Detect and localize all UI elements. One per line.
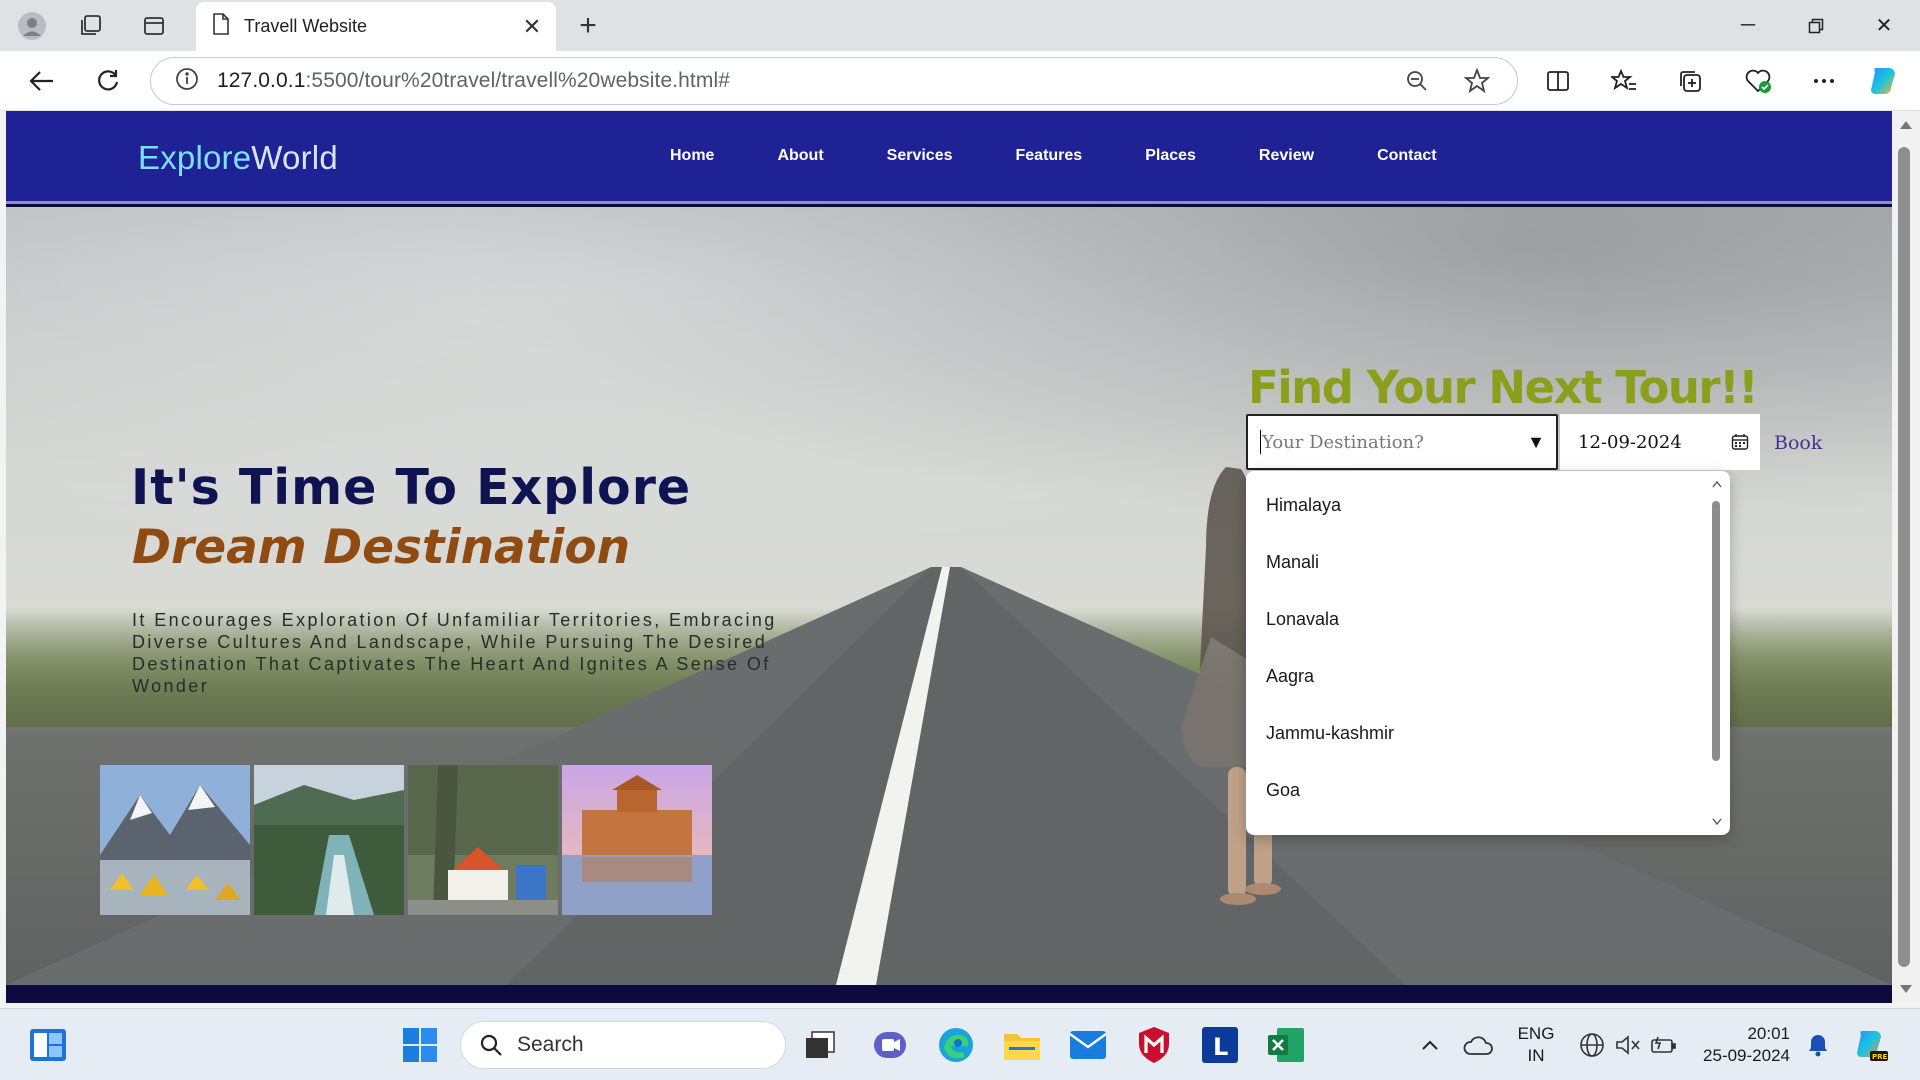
clock[interactable]: 20:01 25-09-2024: [1692, 1023, 1790, 1067]
agra-palace-image[interactable]: [562, 765, 712, 915]
lonavala-temple-image[interactable]: [408, 765, 558, 915]
browser-tabbar: Travell Website ✕ + ─ ✕: [0, 0, 1920, 51]
page-scrollbar[interactable]: [1892, 111, 1920, 1003]
svg-text:PRE: PRE: [1872, 1053, 1888, 1061]
profile-avatar-icon[interactable]: [14, 8, 50, 44]
page-scroll-thumb[interactable]: [1898, 147, 1910, 967]
copilot-preview-icon[interactable]: PRE: [1848, 1023, 1892, 1067]
excel-icon[interactable]: [1264, 1023, 1308, 1067]
hero-description: It Encourages Exploration Of Unfamiliar …: [132, 610, 777, 696]
tab-actions-icon[interactable]: [136, 8, 172, 44]
more-options-icon[interactable]: [1806, 63, 1842, 99]
windows-taskbar: Search L ENG IN 20:01 25-09-2024 PRE: [0, 1008, 1920, 1080]
mail-icon[interactable]: [1066, 1023, 1110, 1067]
dropdown-option-aagra[interactable]: Aagra: [1246, 648, 1730, 705]
close-tab-icon[interactable]: ✕: [514, 9, 550, 45]
page-document-icon: [212, 13, 230, 40]
finder-title: Find Your Next Tour!!: [1248, 361, 1759, 414]
hero-section: It's Time To Explore Dream Destination I…: [6, 207, 1892, 985]
browser-essentials-icon[interactable]: [1740, 63, 1776, 99]
book-button[interactable]: Book: [1774, 432, 1822, 454]
site-navbar: ExploreWorld Home About Services Feature…: [6, 111, 1892, 204]
dropdown-arrow-icon[interactable]: ▼: [1516, 432, 1556, 453]
search-label: Search: [517, 1033, 584, 1056]
page-footer-strip: [6, 985, 1892, 1003]
zoom-out-icon[interactable]: [1397, 61, 1437, 101]
hero-headline: It's Time To Explore: [131, 459, 692, 516]
battery-charging-icon[interactable]: [1642, 1023, 1686, 1067]
nav-features[interactable]: Features: [1016, 147, 1083, 165]
browser-toolbar: 127.0.0.1:5500/tour%20travel/travell%20w…: [0, 51, 1920, 111]
widgets-icon[interactable]: [26, 1023, 70, 1067]
date-input[interactable]: 12-09-2024: [1560, 414, 1760, 470]
taskbar-search[interactable]: Search: [460, 1021, 786, 1069]
restore-icon[interactable]: [1782, 0, 1850, 51]
site-menu: Home About Services Features Places Revi…: [670, 147, 1500, 165]
search-icon: [480, 1034, 502, 1056]
l-app-icon[interactable]: L: [1198, 1023, 1242, 1067]
onedrive-cloud-icon[interactable]: [1456, 1023, 1500, 1067]
text-caret: [1260, 430, 1261, 454]
svg-text:L: L: [1213, 1033, 1228, 1061]
nav-about[interactable]: About: [777, 147, 823, 165]
site-info-icon[interactable]: [175, 67, 199, 96]
notification-bell-icon[interactable]: [1796, 1023, 1840, 1067]
site-logo[interactable]: ExploreWorld: [138, 139, 338, 177]
copilot-icon[interactable]: [1866, 63, 1902, 99]
edge-browser-icon[interactable]: [934, 1023, 978, 1067]
task-view-icon[interactable]: [798, 1023, 842, 1067]
refresh-icon[interactable]: [90, 63, 126, 99]
destination-select[interactable]: Your Destination? ▼: [1246, 414, 1558, 470]
nav-contact[interactable]: Contact: [1377, 147, 1437, 165]
manali-river-image[interactable]: [254, 765, 404, 915]
destination-placeholder: Your Destination?: [1262, 431, 1424, 453]
dropdown-option-goa[interactable]: Goa: [1246, 762, 1730, 819]
minimize-icon[interactable]: ─: [1714, 0, 1782, 51]
address-bar[interactable]: 127.0.0.1:5500/tour%20travel/travell%20w…: [150, 57, 1518, 105]
mcafee-shield-icon[interactable]: [1132, 1023, 1176, 1067]
destination-dropdown-list: Himalaya Manali Lonavala Aagra Jammu-kas…: [1246, 471, 1730, 835]
back-arrow-icon[interactable]: [24, 63, 60, 99]
dropdown-option-lonavala[interactable]: Lonavala: [1246, 591, 1730, 648]
tab-title: Travell Website: [244, 16, 368, 36]
destination-thumbnails: [100, 765, 712, 915]
calendar-icon[interactable]: [1720, 433, 1760, 451]
nav-review[interactable]: Review: [1259, 147, 1314, 165]
browser-tab-active[interactable]: Travell Website ✕: [196, 2, 556, 51]
page-viewport: ExploreWorld Home About Services Feature…: [6, 111, 1892, 1003]
teams-chat-icon[interactable]: [868, 1023, 912, 1067]
nav-home[interactable]: Home: [670, 147, 714, 165]
hero-subheadline: Dream Destination: [132, 520, 631, 575]
collections-icon[interactable]: [1672, 63, 1708, 99]
favorites-icon[interactable]: [1606, 63, 1642, 99]
date-value: 12-09-2024: [1578, 431, 1682, 453]
show-hidden-icons-chevron-icon[interactable]: [1408, 1023, 1452, 1067]
workspaces-icon[interactable]: [72, 8, 108, 44]
start-windows-icon[interactable]: [398, 1023, 442, 1067]
dropdown-option-himalaya[interactable]: Himalaya: [1246, 477, 1730, 534]
favorite-star-icon[interactable]: [1457, 61, 1497, 101]
dropdown-scroll-thumb[interactable]: [1712, 501, 1720, 761]
file-explorer-icon[interactable]: [1000, 1023, 1044, 1067]
himalaya-camp-image[interactable]: [100, 765, 250, 915]
new-tab-icon[interactable]: +: [570, 8, 606, 44]
nav-services[interactable]: Services: [887, 147, 953, 165]
language-indicator[interactable]: ENG IN: [1514, 1023, 1558, 1067]
close-window-icon[interactable]: ✕: [1850, 0, 1918, 51]
url-text: 127.0.0.1:5500/tour%20travel/travell%20w…: [217, 69, 731, 92]
dropdown-option-jammu-kashmir[interactable]: Jammu-kashmir: [1246, 705, 1730, 762]
split-screen-icon[interactable]: [1540, 63, 1576, 99]
dropdown-option-manali[interactable]: Manali: [1246, 534, 1730, 591]
nav-places[interactable]: Places: [1145, 147, 1196, 165]
